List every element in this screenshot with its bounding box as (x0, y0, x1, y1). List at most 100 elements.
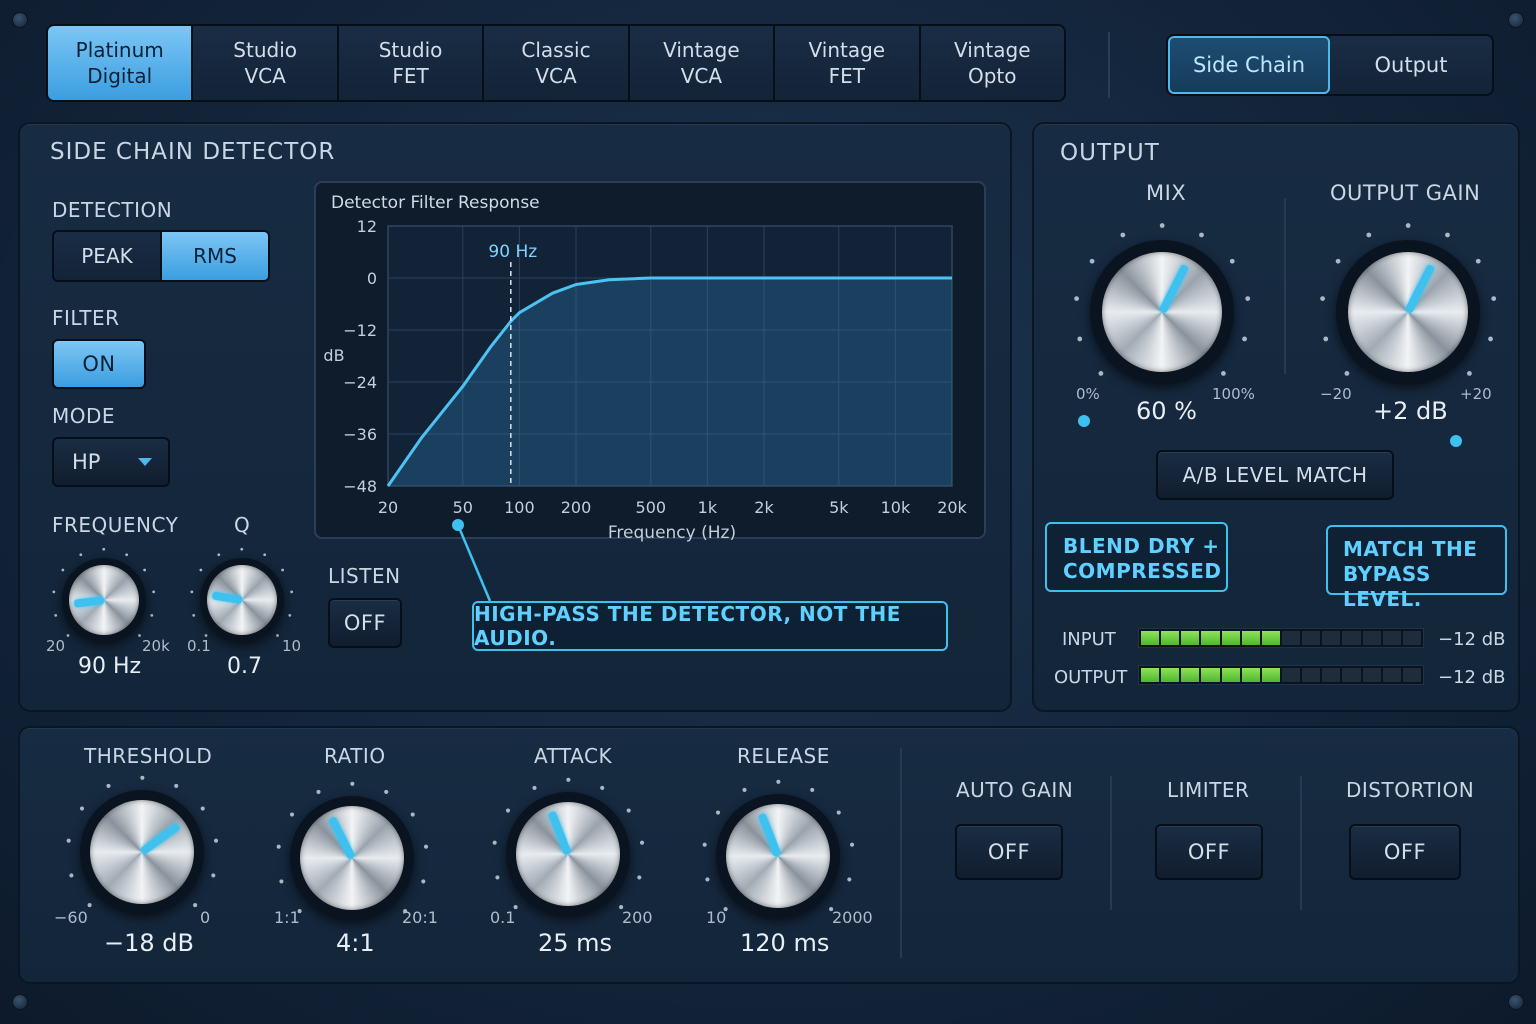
match-callout-dot (1450, 435, 1462, 447)
switch-divider-2 (1300, 776, 1302, 910)
knob-scale-dot (276, 634, 280, 638)
preset-tab-studio-vca[interactable]: Studio VCA (193, 26, 339, 100)
meter-segment (1181, 668, 1200, 682)
knob-scale-dot (190, 590, 194, 594)
meter-segment (1281, 668, 1301, 682)
knob-scale-dot (276, 844, 281, 849)
knob-scale-dot (1245, 296, 1250, 301)
output-gain-label: OUTPUT GAIN (1330, 181, 1481, 205)
knob-scale-dot (1074, 296, 1079, 301)
input-meter-value: −12 dB (1438, 629, 1506, 650)
threshold-min: −60 (54, 908, 88, 927)
q-min: 0.1 (187, 637, 211, 655)
output-divider (1284, 198, 1286, 374)
distortion-button[interactable]: OFF (1349, 824, 1461, 880)
meter-segment (1302, 668, 1321, 682)
preset-tab-vintage-vca[interactable]: Vintage VCA (629, 26, 776, 100)
knob-scale-dot (192, 902, 197, 907)
knob-scale-dot (1335, 258, 1341, 264)
attack-value: 25 ms (538, 929, 613, 957)
knob-scale-dot (1241, 336, 1247, 342)
knob-scale-dot (626, 808, 631, 813)
meter-segment (1382, 668, 1401, 682)
mode-value: HP (72, 450, 101, 474)
detection-rms-button[interactable]: RMS (162, 232, 268, 280)
limiter-button[interactable]: OFF (1155, 824, 1263, 880)
chevron-down-icon (138, 458, 152, 466)
knob-scale-dot (565, 777, 571, 782)
filter-label: FILTER (52, 306, 120, 330)
knob-scale-dot (836, 810, 841, 815)
distortion-label: DISTORTION (1346, 778, 1475, 802)
input-meter (1138, 628, 1424, 648)
meter-segment (1281, 631, 1301, 645)
knob-scale-dot (704, 876, 710, 882)
view-tabs: Side Chain Output (1166, 34, 1494, 96)
attack-knob[interactable] (492, 777, 644, 916)
meter-segment (1141, 668, 1160, 682)
threshold-knob[interactable] (66, 775, 218, 914)
knob-scale-dot (1466, 370, 1472, 376)
ratio-min: 1:1 (274, 908, 300, 927)
ratio-knob[interactable] (276, 781, 428, 920)
preset-tab-vintage-fet[interactable]: Vintage FET (775, 26, 921, 100)
attack-label: ATTACK (534, 744, 613, 768)
knob-scale-dot (410, 812, 415, 817)
preset-tab-platinum-digital[interactable]: Platinum Digital (48, 26, 194, 100)
knob-scale-dot (87, 902, 92, 907)
knob-scale-dot (809, 787, 814, 792)
q-max: 10 (282, 637, 302, 655)
listen-label: LISTEN (328, 564, 401, 588)
preset-tab-vintage-opto[interactable]: Vintage Opto (920, 26, 1064, 100)
detection-peak-button[interactable]: PEAK (54, 232, 162, 280)
mix-knob[interactable] (1074, 222, 1250, 384)
knob-face (725, 803, 831, 909)
meter-segment (1181, 631, 1200, 645)
output-gain-knob[interactable] (1320, 222, 1496, 384)
knob-scale-dot (288, 614, 292, 618)
frequency-value: 90 Hz (78, 654, 142, 679)
q-knob[interactable] (190, 548, 294, 642)
frequency-label: FREQUENCY (52, 513, 179, 537)
knob-scale-dot (210, 872, 216, 878)
release-knob[interactable] (702, 779, 854, 918)
knob-scale-dot (1487, 336, 1493, 342)
meter-segment (1241, 631, 1260, 645)
filter-on-button[interactable]: ON (52, 339, 146, 389)
output-meter-label: OUTPUT (1054, 667, 1128, 688)
knob-face (299, 805, 405, 911)
preset-tab-studio-fet[interactable]: Studio FET (338, 26, 485, 100)
knob-scale-dot (1098, 370, 1104, 376)
knob-scale-dot (290, 590, 294, 594)
screw (12, 12, 28, 28)
knob-scale-dot (1198, 232, 1204, 238)
knob-scale-dot (349, 781, 355, 786)
preset-tab-classic-vca[interactable]: Classic VCA (484, 26, 630, 100)
listen-button[interactable]: OFF (328, 598, 402, 648)
frequency-min: 20 (46, 637, 66, 655)
mode-dropdown[interactable]: HP (52, 437, 170, 487)
mix-min: 0% (1076, 385, 1100, 403)
attack-min: 0.1 (490, 908, 516, 927)
knob-scale-dot (505, 808, 510, 813)
frequency-knob[interactable] (52, 548, 156, 642)
mix-max: 100% (1212, 385, 1255, 403)
knob-scale-dot (138, 634, 142, 638)
meter-segment (1322, 631, 1341, 645)
auto-gain-button[interactable]: OFF (955, 824, 1063, 880)
release-label: RELEASE (737, 744, 830, 768)
knob-scale-dot (494, 874, 500, 880)
knob-scale-dot (173, 783, 178, 788)
detector-callout-dot (452, 519, 464, 531)
tab-side-chain[interactable]: Side Chain (1168, 36, 1330, 94)
meter-segment (1261, 631, 1280, 645)
meter-segment (1342, 631, 1361, 645)
knob-scale-dot (1077, 336, 1083, 342)
input-meter-label: INPUT (1062, 629, 1116, 650)
threshold-label: THRESHOLD (84, 744, 213, 768)
tab-output[interactable]: Output (1330, 36, 1492, 94)
ab-level-match-button[interactable]: A/B LEVEL MATCH (1156, 450, 1394, 500)
threshold-value: −18 dB (104, 929, 194, 957)
q-label: Q (234, 513, 251, 537)
knob-scale-dot (636, 874, 642, 880)
